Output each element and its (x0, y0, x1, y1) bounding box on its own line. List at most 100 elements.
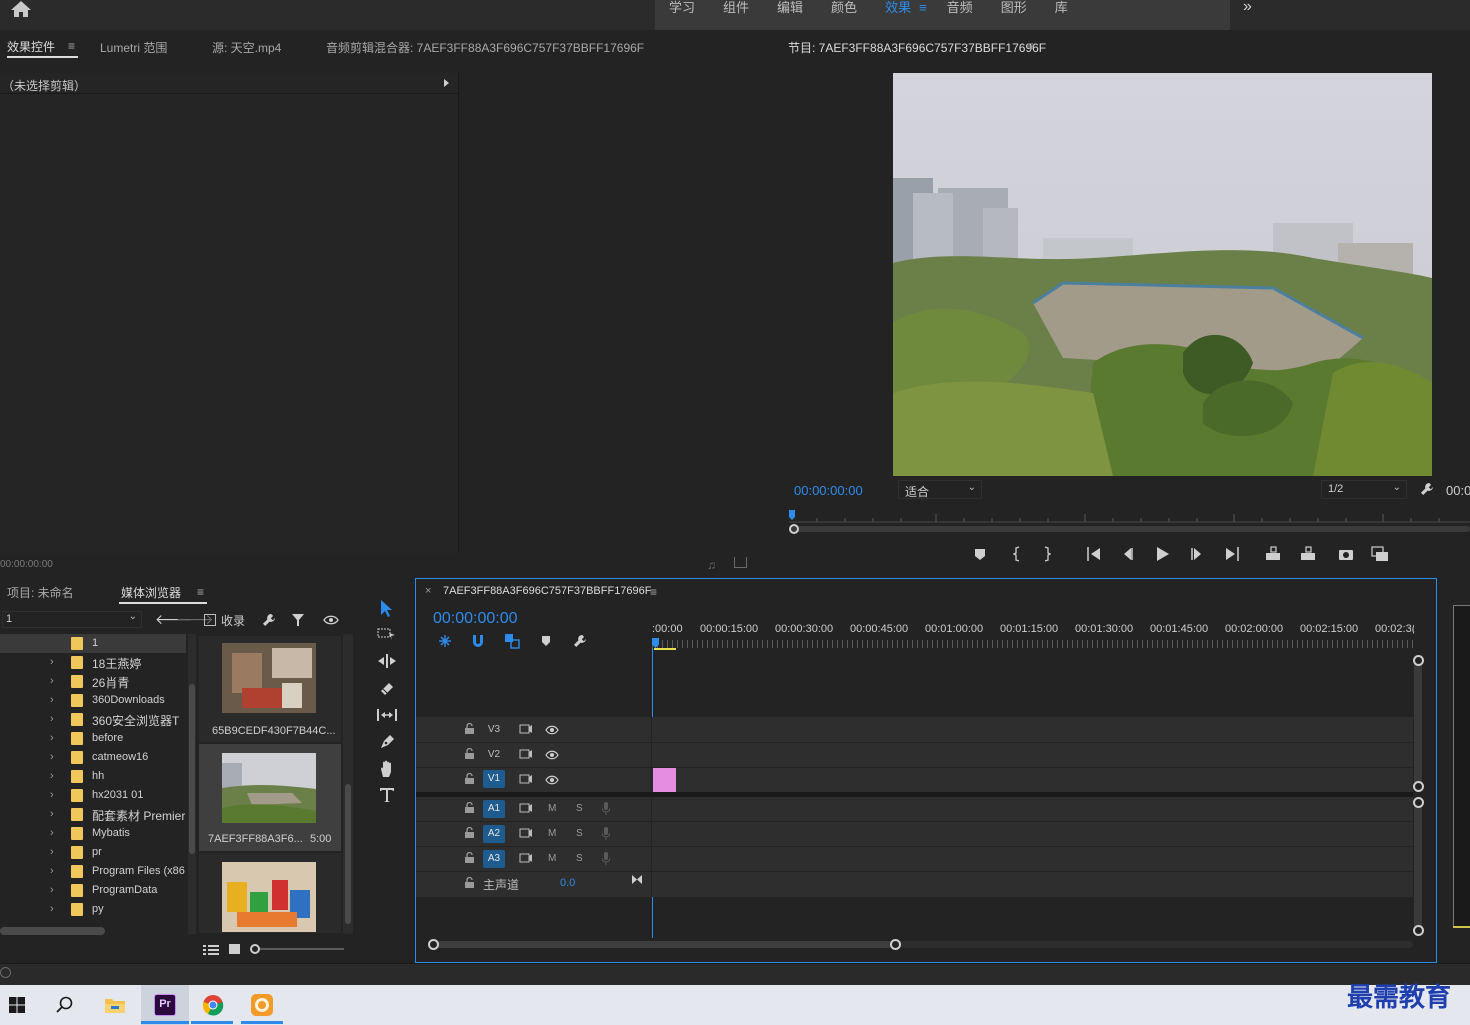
video-audio-divider[interactable] (416, 792, 1413, 797)
monitor-menu-icon[interactable]: ≡ (1027, 39, 1034, 53)
chevron-right-icon[interactable]: › (50, 675, 60, 687)
chevron-right-icon[interactable]: › (50, 865, 60, 877)
lock-icon[interactable] (465, 877, 474, 888)
lock-icon[interactable] (465, 802, 474, 813)
program-mini-ruler[interactable] (789, 510, 1470, 524)
list-item[interactable]: › hh (0, 767, 186, 786)
list-item[interactable]: › hx2031 01 (0, 786, 186, 805)
chevron-right-icon[interactable]: › (50, 884, 60, 896)
thumbnail-zoom-slider[interactable] (254, 948, 344, 950)
workspace-tab-audio[interactable]: 音频 (933, 0, 987, 30)
go-to-end-icon[interactable] (631, 874, 643, 885)
filter-icon[interactable] (291, 613, 305, 627)
track-target-v3[interactable]: V3 (483, 721, 505, 739)
hand-tool-icon[interactable] (378, 760, 396, 778)
vscroll-handle-icon[interactable] (1413, 925, 1424, 936)
add-marker-button[interactable] (970, 544, 990, 564)
chevron-right-icon[interactable]: › (50, 713, 60, 725)
solo-button[interactable]: S (576, 853, 583, 864)
thumbnail-item-selected[interactable]: 7AEF3FF88A3F6... 5:00 (199, 744, 341, 851)
chevron-right-icon[interactable]: › (50, 656, 60, 668)
list-item[interactable]: › ProgramData (0, 881, 186, 900)
workspace-tab-color[interactable]: 颜色 (817, 0, 871, 30)
solo-button[interactable]: S (576, 828, 583, 839)
mic-icon[interactable] (602, 827, 610, 840)
chevron-right-icon[interactable]: › (50, 732, 60, 744)
chevron-right-icon[interactable]: › (50, 827, 60, 839)
solo-button[interactable]: S (576, 803, 583, 814)
step-forward-button[interactable] (1188, 544, 1208, 564)
timeline-menu-icon[interactable]: ≡ (650, 585, 657, 599)
scroll-handle-icon[interactable] (789, 524, 799, 534)
sync-lock-icon[interactable] (519, 749, 533, 759)
master-volume-value[interactable]: 0.0 (560, 877, 575, 889)
list-item[interactable]: › 360Downloads (0, 691, 186, 710)
selection-tool-icon[interactable] (377, 598, 395, 618)
slip-tool-icon[interactable] (376, 707, 398, 723)
expand-arrow-icon[interactable] (444, 79, 449, 87)
list-item[interactable]: 1 (0, 634, 186, 653)
wrench-icon[interactable] (573, 634, 587, 648)
chevron-right-icon[interactable]: › (50, 751, 60, 763)
list-item[interactable]: › catmeow16 (0, 748, 186, 767)
workspace-tab-learn[interactable]: 学习 (655, 0, 709, 30)
premiere-pro-icon[interactable]: Pr (148, 988, 182, 1022)
chevron-right-icon[interactable]: › (50, 770, 60, 782)
windows-start-icon[interactable] (0, 988, 34, 1022)
list-item[interactable]: › 18王燕婷 (0, 653, 186, 672)
play-button[interactable] (1152, 544, 1172, 564)
track-target-v2[interactable]: V2 (483, 746, 505, 764)
step-back-button[interactable] (1120, 544, 1140, 564)
slider-handle-icon[interactable] (250, 944, 260, 954)
chevron-right-icon[interactable]: › (50, 808, 60, 820)
list-view-icon[interactable] (203, 944, 219, 956)
go-to-out-button[interactable] (1222, 544, 1242, 564)
wrench-icon[interactable] (262, 613, 276, 627)
tab-effect-controls[interactable]: 效果控件 (7, 38, 55, 55)
snap-magnet-icon[interactable] (471, 633, 485, 649)
add-marker-icon[interactable] (541, 635, 551, 647)
mute-button[interactable]: M (548, 853, 556, 864)
lift-button[interactable] (1264, 544, 1286, 564)
lock-icon[interactable] (465, 827, 474, 838)
home-icon[interactable] (10, 0, 32, 18)
mute-button[interactable]: M (548, 828, 556, 839)
mic-icon[interactable] (602, 802, 610, 815)
lock-icon[interactable] (465, 852, 474, 863)
razor-tool-icon[interactable] (378, 680, 396, 698)
tab-source[interactable]: 源: 天空.mp4 (212, 39, 281, 56)
chrome-icon[interactable] (196, 988, 230, 1022)
type-tool-icon[interactable] (378, 786, 396, 804)
panel-menu-icon[interactable]: ≡ (68, 39, 75, 53)
view-eye-icon[interactable] (323, 614, 339, 626)
mark-in-button[interactable] (1008, 544, 1028, 564)
folder-hscroll[interactable] (0, 927, 105, 935)
close-icon[interactable]: × (425, 585, 431, 597)
hscroll-handle-icon[interactable] (890, 939, 901, 950)
lock-icon[interactable] (465, 723, 474, 734)
video-clip[interactable] (653, 768, 676, 792)
sync-lock-icon[interactable] (519, 774, 533, 784)
icon-view-icon[interactable] (229, 944, 240, 954)
track-target-v1[interactable]: V1 (483, 770, 505, 788)
pen-tool-icon[interactable] (378, 733, 396, 751)
linked-selection-icon[interactable] (504, 633, 520, 649)
list-item[interactable]: › Mybatis (0, 824, 186, 843)
wrench-icon[interactable] (1420, 482, 1434, 496)
mic-icon[interactable] (602, 852, 610, 865)
workspace-tab-effects[interactable]: 效果 (871, 0, 915, 30)
filter-audio-icon[interactable]: ♫ (707, 558, 716, 572)
program-monitor-title[interactable]: 节目: 7AEF3FF88A3F696C757F37BBFF17696F (788, 39, 1046, 56)
go-to-in-button[interactable] (1084, 544, 1104, 564)
timeline-timecode[interactable]: 00:00:00:00 (433, 610, 518, 628)
nest-sequences-icon[interactable] (437, 633, 453, 649)
eye-icon[interactable] (545, 775, 559, 785)
tab-lumetri-scopes[interactable]: Lumetri 范围 (100, 39, 167, 56)
lock-icon[interactable] (465, 773, 474, 784)
horizontal-zoom-bar[interactable] (433, 941, 895, 948)
app-icon[interactable] (245, 988, 279, 1022)
sequence-tab[interactable]: 7AEF3FF88A3F696C757F37BBFF17696F (443, 585, 652, 597)
sync-lock-icon[interactable] (519, 724, 533, 734)
workspace-menu-icon[interactable]: ≡ (915, 0, 933, 30)
mute-button[interactable]: M (548, 803, 556, 814)
